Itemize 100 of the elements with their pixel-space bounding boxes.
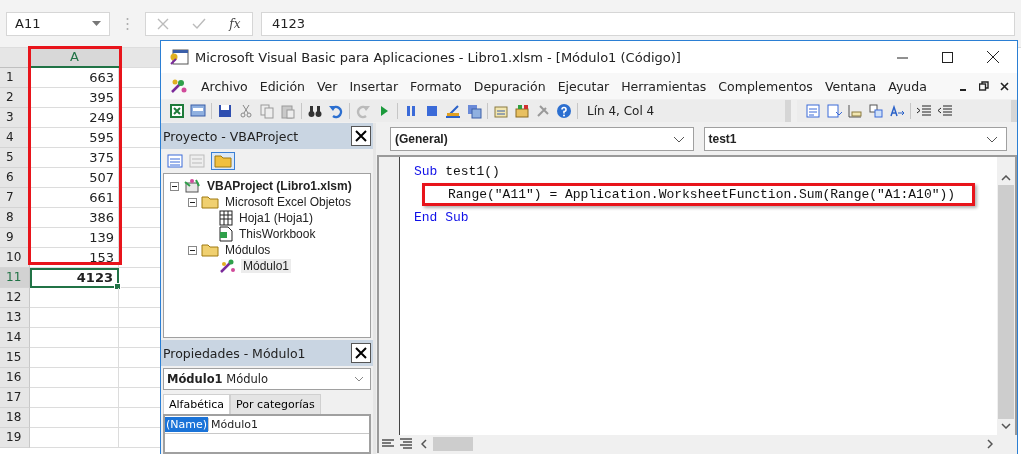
- properties-icon[interactable]: [493, 103, 509, 119]
- folder-icon: [201, 195, 219, 209]
- scroll-thumb[interactable]: [998, 185, 1014, 419]
- design-icon[interactable]: [445, 103, 461, 119]
- outdent-icon[interactable]: [937, 103, 953, 119]
- close-icon[interactable]: [1000, 81, 1009, 91]
- chevron-down-icon[interactable]: [672, 135, 685, 143]
- insert-function-button[interactable]: fx: [229, 16, 241, 31]
- panel-title: Propiedades - Módulo1: [163, 345, 306, 361]
- menu-item[interactable]: Complementos: [718, 78, 813, 94]
- save-icon[interactable]: [217, 103, 233, 119]
- row-header[interactable]: 17: [0, 388, 30, 408]
- row-header[interactable]: 19: [0, 428, 30, 448]
- row-header[interactable]: 5: [0, 148, 30, 168]
- code-line: Range("A11") = Application.WorksheetFunction.Sum(Range("A1:A10")): [448, 186, 956, 203]
- complete-word-icon[interactable]: [889, 103, 905, 119]
- row-header[interactable]: 10: [0, 248, 30, 268]
- quick-info-icon[interactable]: [847, 103, 863, 119]
- row-header[interactable]: 7: [0, 188, 30, 208]
- tree-item[interactable]: VBAProject (Libro1.xlsm): [205, 179, 354, 193]
- maximize-icon[interactable]: [942, 51, 953, 63]
- menu-item[interactable]: Archivo: [201, 78, 248, 94]
- sheet-icon: [219, 210, 233, 226]
- row-header[interactable]: 6: [0, 168, 30, 188]
- tree-item[interactable]: Hoja1 (Hoja1): [237, 211, 316, 225]
- row-header[interactable]: 15: [0, 348, 30, 368]
- close-button[interactable]: [351, 126, 371, 146]
- name-box[interactable]: A11: [6, 11, 110, 36]
- tree-item[interactable]: Módulos: [223, 243, 273, 257]
- binoculars-icon[interactable]: [307, 103, 323, 119]
- list-constants-icon[interactable]: [826, 103, 842, 119]
- property-value[interactable]: Módulo1: [208, 418, 258, 431]
- scroll-down-icon[interactable]: [1001, 423, 1011, 429]
- form-icon[interactable]: [190, 103, 206, 119]
- tree-item[interactable]: Microsoft Excel Objetos: [223, 195, 354, 209]
- module-icon: [219, 258, 237, 274]
- row-header[interactable]: 13: [0, 308, 30, 328]
- menu-item[interactable]: Insertar: [349, 78, 399, 94]
- menu-item[interactable]: Ver: [316, 78, 338, 94]
- parameter-info-icon[interactable]: [868, 103, 884, 119]
- code-line: Sub test1(): [414, 163, 500, 180]
- row-header[interactable]: 3: [0, 108, 30, 128]
- select-all-corner[interactable]: [0, 48, 30, 68]
- table-cell: 4123: [30, 268, 119, 288]
- toggle-folders-button[interactable]: [211, 152, 235, 170]
- row-header[interactable]: 12: [0, 288, 30, 308]
- toolbox-icon[interactable]: [514, 103, 530, 119]
- menu-item[interactable]: Ventana: [824, 78, 877, 94]
- project-icon: [183, 178, 201, 194]
- indent-icon[interactable]: [916, 103, 932, 119]
- collapse-icon[interactable]: [188, 245, 197, 255]
- menu-item[interactable]: Depuración: [473, 78, 546, 94]
- tab[interactable]: Alfabética: [163, 394, 231, 414]
- stop-icon[interactable]: [424, 103, 440, 119]
- menu-item[interactable]: Formato: [410, 78, 462, 94]
- scroll-thumb[interactable]: [433, 437, 473, 451]
- scroll-right-icon[interactable]: [987, 439, 993, 449]
- excel-icon[interactable]: [169, 103, 185, 119]
- row-header[interactable]: 1: [0, 68, 30, 88]
- object-dropdown[interactable]: Módulo1 Módulo: [163, 368, 371, 390]
- tree-item[interactable]: Módulo1: [241, 259, 292, 273]
- row-header[interactable]: 4: [0, 128, 30, 148]
- row-header[interactable]: 2: [0, 88, 30, 108]
- chevron-down-icon[interactable]: [986, 135, 998, 143]
- collapse-icon[interactable]: [170, 181, 179, 191]
- check-icon[interactable]: [192, 17, 207, 30]
- row-header[interactable]: 14: [0, 328, 30, 348]
- close-button[interactable]: [351, 343, 371, 363]
- undo-icon[interactable]: [328, 103, 344, 119]
- row-header[interactable]: 9: [0, 228, 30, 248]
- menu-item[interactable]: Ayuda: [888, 78, 927, 94]
- tools-icon[interactable]: [535, 103, 551, 119]
- tab[interactable]: Por categorías: [230, 394, 321, 414]
- row-header[interactable]: 8: [0, 208, 30, 228]
- formula-field[interactable]: 4123: [261, 11, 1015, 36]
- menu-item[interactable]: Ejecutar: [557, 78, 610, 94]
- vba-menu-icon: [169, 77, 189, 95]
- menu-item[interactable]: Edición: [259, 78, 305, 94]
- object-dropdown[interactable]: (General): [390, 127, 694, 151]
- close-icon[interactable]: [987, 51, 999, 63]
- property-name[interactable]: (Name): [165, 417, 209, 432]
- chevron-down-icon[interactable]: [354, 376, 364, 382]
- row-header[interactable]: 11: [0, 268, 30, 288]
- cut-icon[interactable]: [238, 103, 254, 119]
- table-cell: 395: [30, 88, 119, 108]
- collapse-icon[interactable]: [188, 197, 197, 207]
- row-header[interactable]: 18: [0, 408, 30, 428]
- list-properties-icon[interactable]: [805, 103, 821, 119]
- folder-icon: [201, 243, 219, 257]
- procedure-dropdown[interactable]: test1: [703, 127, 1007, 151]
- menu-item[interactable]: Herramientas: [621, 78, 707, 94]
- view-code-icon[interactable]: [167, 153, 183, 169]
- scroll-left-icon[interactable]: [421, 439, 427, 449]
- module-view-icon[interactable]: [397, 436, 415, 452]
- scroll-up-icon[interactable]: [1001, 175, 1011, 181]
- project-icon[interactable]: [466, 103, 482, 119]
- row-header[interactable]: 16: [0, 368, 30, 388]
- tree-item[interactable]: ThisWorkbook: [237, 227, 318, 241]
- help-icon[interactable]: [556, 103, 572, 119]
- restore-icon[interactable]: [979, 81, 989, 91]
